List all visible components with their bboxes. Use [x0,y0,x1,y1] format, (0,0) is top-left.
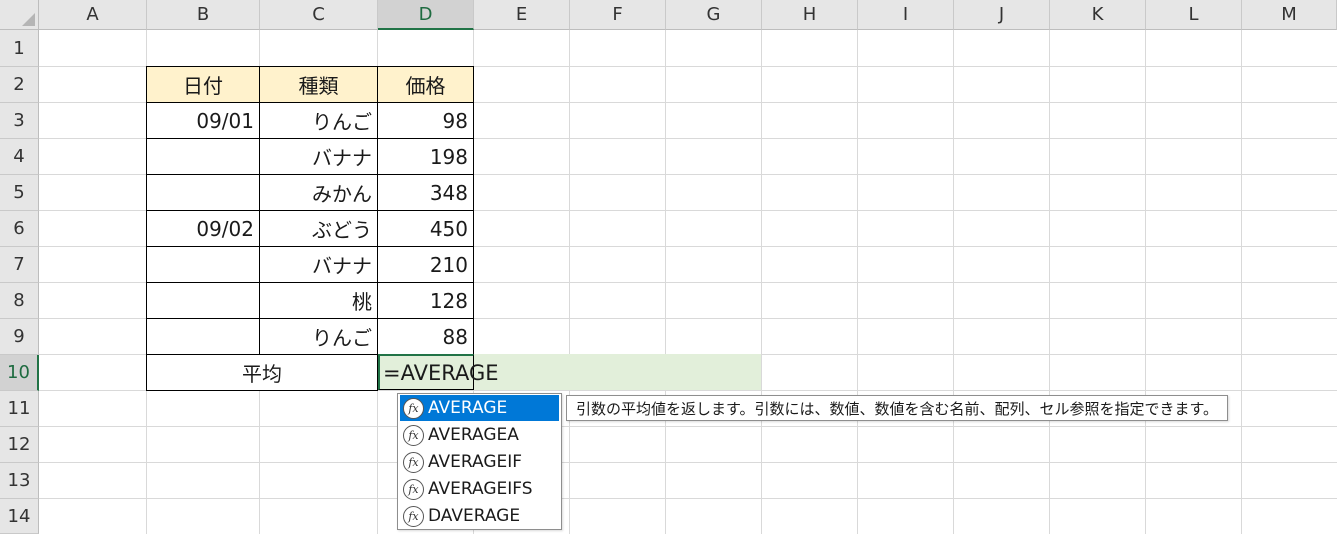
column-header-H[interactable]: H [762,0,858,30]
row-header-9[interactable]: 9 [0,319,39,355]
autocomplete-item-label: AVERAGEIFS [428,479,533,499]
price-cell-text: 450 [429,216,468,241]
column-header-E[interactable]: E [474,0,570,30]
function-description-tooltip: 引数の平均値を返します。引数には、数値、数値を含む名前、配列、セル参照を指定でき… [566,395,1229,421]
autocomplete-item-label: AVERAGEIF [428,452,523,472]
fx-icon: fx [403,451,424,473]
fx-icon: fx [403,478,424,500]
column-header-I[interactable]: I [858,0,954,30]
column-header-C[interactable]: C [260,0,378,30]
kind-cell[interactable]: りんご [259,318,378,355]
table-header-cell-text: 日付 [183,74,223,98]
fx-icon: fx [403,424,424,446]
row-header-4[interactable]: 4 [0,139,39,175]
price-cell[interactable]: 88 [377,318,474,355]
price-cell-text: 198 [429,144,468,169]
kind-cell-text: バナナ [312,254,372,278]
autocomplete-item[interactable]: fx AVERAGE [400,395,559,421]
autocomplete-item-label: AVERAGEA [428,425,519,445]
date-cell-text: 09/02 [196,216,254,241]
kind-cell[interactable]: 桃 [259,282,378,319]
column-header-A[interactable]: A [39,0,147,30]
date-cell[interactable]: 09/02 [146,210,260,247]
kind-cell-text: バナナ [312,146,372,170]
select-all-triangle-icon [22,13,35,26]
price-cell-text: 210 [429,252,468,277]
price-cell-text: 128 [429,288,468,313]
row-header-5[interactable]: 5 [0,175,39,211]
price-cell[interactable]: 98 [377,102,474,139]
kind-cell[interactable]: みかん [259,174,378,211]
price-cell-text: 98 [442,108,468,133]
average-label-cell-text: 平均 [242,362,282,386]
table-header-cell[interactable]: 種類 [259,66,378,103]
table-header-cell-text: 価格 [405,74,446,98]
row-header-3[interactable]: 3 [0,103,39,139]
tooltip-text: 引数の平均値を返します。引数には、数値、数値を含む名前、配列、セル参照を指定でき… [576,399,1219,418]
autocomplete-item[interactable]: fx AVERAGEIFS [400,476,559,502]
gridline-horizontal [39,426,1337,427]
date-cell-text: 09/01 [196,108,254,133]
date-cell[interactable] [146,282,260,319]
kind-cell[interactable]: バナナ [259,138,378,175]
date-cell[interactable]: 09/01 [146,102,260,139]
kind-cell-text: ぶどう [312,218,372,242]
row-header-6[interactable]: 6 [0,211,39,247]
select-all-corner[interactable] [0,0,39,30]
date-cell[interactable] [146,246,260,283]
column-header-D[interactable]: D [378,0,474,30]
row-header-14[interactable]: 14 [0,499,39,534]
autocomplete-item[interactable]: fx DAVERAGE [400,503,559,529]
kind-cell-text: 桃 [352,290,372,314]
row-header-1[interactable]: 1 [0,30,39,67]
row-header-8[interactable]: 8 [0,283,39,319]
row-header-2[interactable]: 2 [0,67,39,103]
column-header-J[interactable]: J [954,0,1050,30]
price-cell-text: 348 [429,180,468,205]
kind-cell[interactable]: バナナ [259,246,378,283]
kind-cell-text: みかん [312,182,372,206]
kind-cell-text: りんご [312,110,372,134]
gridline-horizontal [39,498,1337,499]
autocomplete-item[interactable]: fx AVERAGEA [400,422,559,448]
price-cell[interactable]: 450 [377,210,474,247]
row-header-11[interactable]: 11 [0,391,39,427]
row-header-13[interactable]: 13 [0,463,39,499]
row-header-12[interactable]: 12 [0,427,39,463]
price-cell-text: 88 [442,324,468,349]
column-header-F[interactable]: F [570,0,666,30]
row-header-7[interactable]: 7 [0,247,39,283]
kind-cell[interactable]: ぶどう [259,210,378,247]
formula-input-text: =AVERAGE [383,360,499,385]
date-cell[interactable] [146,138,260,175]
average-label-cell[interactable]: 平均 [146,354,378,391]
active-cell-D10[interactable]: =AVERAGE [378,354,499,390]
gridline-horizontal [39,462,1337,463]
kind-cell-text: りんご [312,326,372,350]
table-header-cell-text: 種類 [298,74,339,98]
column-header-L[interactable]: L [1146,0,1242,30]
price-cell[interactable]: 198 [377,138,474,175]
price-cell[interactable]: 210 [377,246,474,283]
price-cell[interactable]: 348 [377,174,474,211]
column-header-K[interactable]: K [1050,0,1146,30]
column-header-B[interactable]: B [147,0,260,30]
date-cell[interactable] [146,318,260,355]
row-header-10[interactable]: 10 [0,355,39,391]
autocomplete-item[interactable]: fx AVERAGEIF [400,449,559,475]
table-header-cell[interactable]: 日付 [146,66,260,103]
table-header-cell[interactable]: 価格 [377,66,474,103]
fx-icon: fx [403,397,424,419]
column-header-G[interactable]: G [666,0,762,30]
price-cell[interactable]: 128 [377,282,474,319]
fx-icon: fx [403,505,424,527]
column-header-M[interactable]: M [1242,0,1337,30]
kind-cell[interactable]: りんご [259,102,378,139]
formula-autocomplete-list[interactable]: fx AVERAGE fx AVERAGEA fx AVERAGEIF fx AVERAGEI… [397,393,562,530]
autocomplete-item-label: AVERAGE [428,398,508,418]
autocomplete-item-label: DAVERAGE [428,506,521,526]
date-cell[interactable] [146,174,260,211]
